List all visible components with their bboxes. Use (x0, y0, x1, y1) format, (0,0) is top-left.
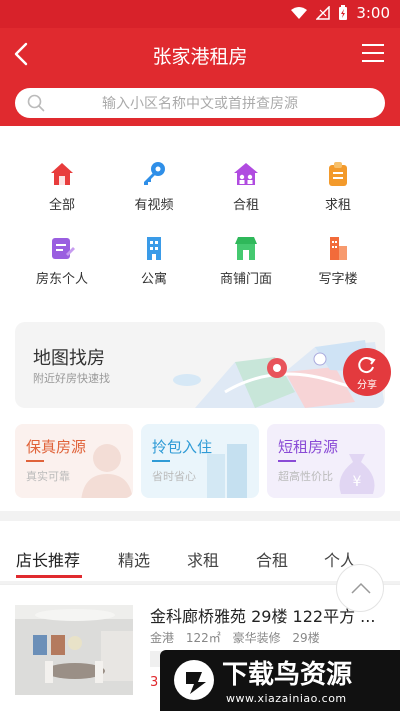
shared-house-icon (234, 163, 258, 185)
tab-seeking[interactable]: 求租 (187, 547, 219, 571)
map-card-subtitle: 附近好房快速找 (33, 372, 110, 385)
category-office[interactable]: 写字楼 (298, 234, 378, 287)
status-bar: 3:00 (0, 0, 400, 28)
svg-text:¥: ¥ (353, 474, 362, 490)
battery-icon (339, 5, 348, 20)
search-placeholder: 输入小区名称中文或首拼查房源 (102, 96, 298, 112)
category-video[interactable]: 有视频 (114, 160, 194, 213)
map-card-title: 地图找房 (33, 348, 105, 369)
feature-subtitle: 真实可靠 (26, 470, 70, 483)
listing-floor: 29楼 (292, 631, 320, 645)
wifi-icon (291, 7, 308, 19)
person-silhouette-icon (81, 444, 133, 498)
category-apartment[interactable]: 公寓 (114, 234, 194, 287)
note-icon (52, 238, 75, 259)
listing-price: 3 (150, 675, 159, 690)
hamburger-menu-icon[interactable] (362, 44, 384, 62)
watermark-logo: 下载鸟资源 www.xiazainiao.com (160, 650, 400, 711)
listing-decor: 豪华装修 (232, 631, 281, 645)
key-icon (144, 162, 165, 185)
scroll-to-top-button[interactable] (336, 564, 384, 612)
house-icon (51, 163, 73, 185)
category-all[interactable]: 全部 (22, 160, 102, 213)
header: 张家港租房 输入小区名称中文或首拼查房源 (0, 28, 400, 126)
feature-subtitle: 省时省心 (152, 470, 196, 483)
apartment-icon (147, 237, 161, 260)
bird-logo-icon (174, 660, 214, 700)
feature-underline (26, 460, 44, 462)
share-button[interactable]: 分享 (343, 348, 391, 396)
status-time: 3:00 (356, 4, 390, 22)
money-bag-icon: ¥ (339, 454, 375, 494)
feature-underline (278, 460, 296, 462)
office-icon (330, 237, 347, 260)
clipboard-icon (329, 162, 347, 186)
feature-underline (152, 460, 170, 462)
room-photo-icon (15, 605, 133, 695)
main-panel: 全部 有视频 合租 求租 房东个人 公寓 商铺门面 写字楼 地图找房 附近好房快… (0, 126, 400, 511)
category-seeking[interactable]: 求租 (298, 160, 378, 213)
feature-title: 短租房源 (278, 438, 339, 456)
listing-photo (15, 605, 133, 695)
listing-area: 金港 (150, 631, 175, 645)
tab-manager-picks[interactable]: 店长推荐 (16, 547, 80, 571)
listing-size: 122㎡ (185, 631, 221, 645)
watermark-text: 下载鸟资源 (222, 660, 353, 690)
share-label: 分享 (357, 380, 377, 391)
shop-icon (235, 237, 257, 260)
buildings-icon (207, 444, 247, 498)
category-shop[interactable]: 商铺门面 (206, 234, 286, 287)
search-input[interactable]: 输入小区名称中文或首拼查房源 (15, 88, 385, 118)
watermark-url: www.xiazainiao.com (226, 692, 347, 705)
listing-meta: 金港 122㎡ 豪华装修 29楼 (150, 629, 328, 646)
feature-subtitle: 超高性价比 (278, 470, 333, 483)
tab-featured[interactable]: 精选 (118, 547, 150, 571)
share-refresh-icon (358, 357, 376, 374)
signal-icon (316, 6, 331, 20)
chevron-up-icon (351, 582, 371, 594)
feature-verified[interactable]: 保真房源 真实可靠 (15, 424, 133, 498)
feature-move-in[interactable]: 拎包入住 省时省心 (141, 424, 259, 498)
tab-shared[interactable]: 合租 (256, 547, 288, 571)
category-landlord[interactable]: 房东个人 (22, 234, 102, 287)
feature-short-term[interactable]: 短租房源 超高性价比 ¥ (267, 424, 385, 498)
category-shared[interactable]: 合租 (206, 160, 286, 213)
page-title: 张家港租房 (152, 46, 248, 68)
active-tab-indicator (16, 575, 82, 578)
map-search-card[interactable]: 地图找房 附近好房快速找 (15, 322, 385, 408)
